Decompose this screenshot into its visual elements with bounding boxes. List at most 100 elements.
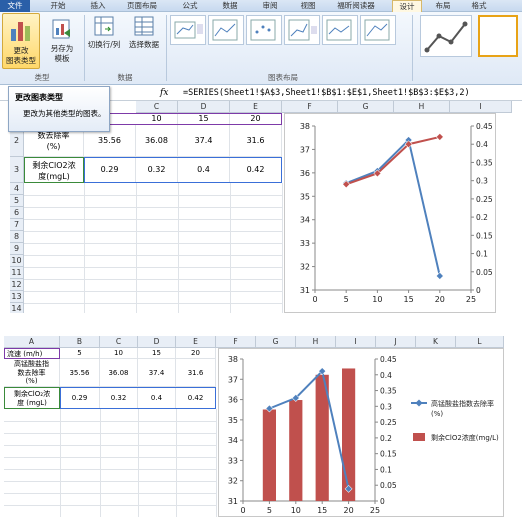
ribbon-tab-bar: 文件 开始 插入 页面布局 公式 数据 审阅 视图 福昕阅读器 设计 布局 格式 xyxy=(0,0,522,12)
row-header[interactable]: 5 xyxy=(10,195,24,207)
column-header[interactable]: C xyxy=(100,336,138,348)
switch-row-column-button[interactable]: 切换行/列 xyxy=(86,15,122,55)
formula-input[interactable]: =SERIES(Sheet1!$A$3,Sheet1!$B$1:$E$1,She… xyxy=(183,88,470,98)
tab-view[interactable]: 视图 xyxy=(290,0,326,12)
grid-line xyxy=(4,421,216,422)
tab-review[interactable]: 审阅 xyxy=(252,0,288,12)
select-data-button[interactable]: 选择数据 xyxy=(124,15,164,55)
row-header[interactable]: 10 xyxy=(10,255,24,267)
ribbon-separator xyxy=(412,15,413,81)
tab-page-layout[interactable]: 页面布局 xyxy=(120,0,164,12)
row-label-cell[interactable]: 流速 (m/h) xyxy=(4,348,60,359)
column-header[interactable]: K xyxy=(416,336,456,348)
tab-layout[interactable]: 布局 xyxy=(428,0,458,12)
column-header[interactable]: J xyxy=(376,336,416,348)
series-line xyxy=(345,138,441,277)
tab-formulas[interactable]: 公式 xyxy=(172,0,208,12)
tab-file[interactable]: 文件 xyxy=(0,0,30,12)
cell[interactable]: 5 xyxy=(60,348,100,359)
y-tick-label-left: 33 xyxy=(300,239,310,248)
grid-line xyxy=(4,469,216,470)
tab-format[interactable]: 格式 xyxy=(464,0,494,12)
y-tick-label-left: 32 xyxy=(228,477,238,486)
tab-design[interactable]: 设计 xyxy=(392,0,422,12)
column-header[interactable]: E xyxy=(176,336,216,348)
cell[interactable]: 31.6 xyxy=(230,125,282,157)
chart-layout-thumb[interactable] xyxy=(284,15,320,45)
row-header[interactable]: 4 xyxy=(10,183,24,195)
cell[interactable]: 31.6 xyxy=(176,359,216,387)
row-header[interactable]: 13 xyxy=(10,291,24,303)
series-line xyxy=(269,369,350,490)
row-header[interactable]: 9 xyxy=(10,243,24,255)
select-data-label: 选择数据 xyxy=(129,40,159,49)
column-header[interactable]: D xyxy=(178,101,230,113)
y-tick-label-left: 31 xyxy=(300,286,310,295)
column-header[interactable]: D xyxy=(138,336,176,348)
cell[interactable]: 37.4 xyxy=(178,125,230,157)
row-label-cell[interactable]: 剩余ClO2浓 度(mgL) xyxy=(24,157,84,183)
ribbon-separator xyxy=(166,15,167,81)
y-tick-label-right: 0.2 xyxy=(476,213,488,222)
y-tick-label-left: 38 xyxy=(228,355,238,364)
row-header[interactable]: 11 xyxy=(10,267,24,279)
row-header[interactable]: 8 xyxy=(10,231,24,243)
grid-line xyxy=(4,433,216,434)
function-icon[interactable]: fx xyxy=(160,88,168,98)
column-header[interactable]: I xyxy=(336,336,376,348)
grid-line xyxy=(136,183,137,313)
tab-data[interactable]: 数据 xyxy=(212,0,248,12)
cell[interactable]: 35.56 xyxy=(60,359,100,387)
column-header[interactable]: A xyxy=(4,336,60,348)
chart-layout-thumb[interactable] xyxy=(360,15,396,45)
chart-style-thumb[interactable] xyxy=(420,15,472,57)
chart-style-thumb-selected[interactable] xyxy=(478,15,518,57)
y-tick-label-left: 33 xyxy=(228,456,238,465)
y-tick-label-left: 37 xyxy=(300,145,310,154)
row-header[interactable]: 7 xyxy=(10,219,24,231)
column-header[interactable]: C xyxy=(136,101,178,113)
row-label-cell[interactable]: 剩余ClO₂浓 度 (mgL) xyxy=(4,387,60,409)
grid-line xyxy=(138,409,139,517)
cell[interactable]: 37.4 xyxy=(138,359,176,387)
tab-home[interactable]: 开始 xyxy=(40,0,76,12)
column-header[interactable]: G xyxy=(338,101,394,113)
row-label-cell[interactable]: 高锰酸盐指 数去除率 (%) xyxy=(4,359,60,387)
cell[interactable]: 20 xyxy=(176,348,216,359)
grid-line xyxy=(24,207,282,208)
save-as-template-button[interactable]: 另存为 模板 xyxy=(44,13,80,69)
cell[interactable]: 36.08 xyxy=(100,359,138,387)
column-header[interactable]: E xyxy=(230,101,282,113)
grid-line xyxy=(24,243,282,244)
tab-foxit[interactable]: 福昕阅读器 xyxy=(330,0,382,12)
column-header[interactable]: F xyxy=(282,101,338,113)
chart-container[interactable]: 31 32 33 34 35 36 37 38 0 0.05 0.1 0.15 0.2 0.25 0.3 0.… xyxy=(218,348,504,517)
column-header[interactable]: I xyxy=(450,101,512,113)
chart-container[interactable]: 31 32 33 34 35 36 37 38 0 0.05 0.1 0.15 0.2 0.25 0.3 0.… xyxy=(284,113,496,313)
data-point xyxy=(435,272,444,280)
column-header[interactable]: G xyxy=(256,336,296,348)
grid-line xyxy=(178,183,179,313)
tab-insert[interactable]: 插入 xyxy=(80,0,116,12)
column-header[interactable]: H xyxy=(394,101,450,113)
column-header[interactable]: B xyxy=(60,336,100,348)
grid-line xyxy=(176,409,177,517)
y-tick-label-left: 34 xyxy=(300,216,310,225)
chart-layout-thumb[interactable] xyxy=(246,15,282,45)
column-header[interactable]: L xyxy=(456,336,504,348)
chart-layout-thumb[interactable] xyxy=(170,15,206,45)
cell[interactable]: 15 xyxy=(138,348,176,359)
cell[interactable]: 36.08 xyxy=(136,125,178,157)
row-header[interactable]: 14 xyxy=(10,303,24,313)
row-header[interactable]: 12 xyxy=(10,279,24,291)
row-header[interactable]: 6 xyxy=(10,207,24,219)
chart-layout-thumb[interactable] xyxy=(322,15,358,45)
cell[interactable]: 10 xyxy=(100,348,138,359)
layout-chart-icon xyxy=(212,19,238,41)
column-header[interactable]: H xyxy=(296,336,336,348)
row-header[interactable]: 3 xyxy=(10,157,24,183)
column-header[interactable]: F xyxy=(216,336,256,348)
change-chart-type-button[interactable]: 更改 图表类型 xyxy=(2,13,40,69)
grid-line xyxy=(60,409,61,517)
chart-layout-thumb[interactable] xyxy=(208,15,244,45)
